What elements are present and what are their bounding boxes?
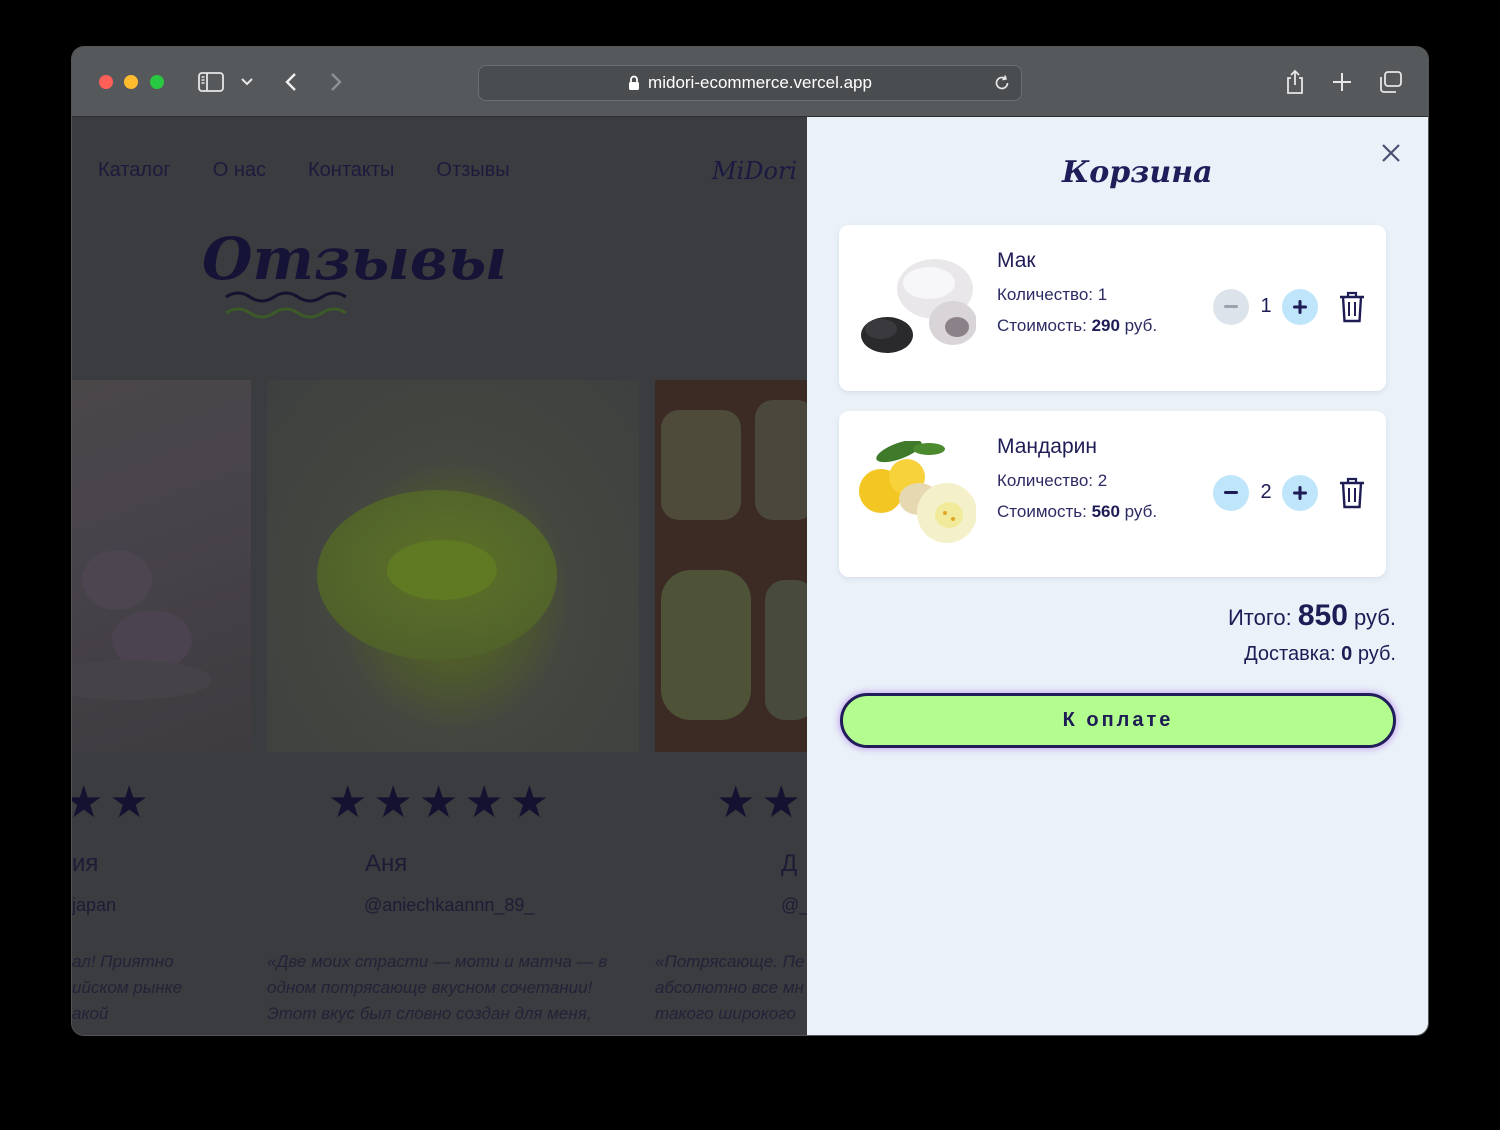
review-photo bbox=[72, 380, 251, 752]
browser-window: midori-ecommerce.vercel.app Каталог О на… bbox=[72, 47, 1428, 1035]
nav-item-catalog[interactable]: Каталог bbox=[98, 159, 171, 182]
checkout-button[interactable]: К оплате bbox=[840, 693, 1396, 748]
rating-stars: ★★ bbox=[72, 777, 155, 828]
review-photo bbox=[267, 380, 639, 752]
browser-toolbar: midori-ecommerce.vercel.app bbox=[72, 47, 1428, 117]
address-bar[interactable]: midori-ecommerce.vercel.app bbox=[478, 65, 1022, 101]
increase-quantity-button[interactable] bbox=[1282, 289, 1318, 325]
review-text: «Две моих страсти — моти и матча — в одн… bbox=[267, 952, 608, 1023]
background-page: Каталог О нас Контакты Отзывы MiDori Отз… bbox=[72, 117, 807, 1035]
sidebar-toggle-icon[interactable] bbox=[196, 67, 226, 97]
cart-title: Корзина bbox=[1062, 155, 1213, 190]
close-icon[interactable] bbox=[1379, 141, 1403, 165]
reload-icon[interactable] bbox=[993, 74, 1011, 92]
product-name: Мандарин bbox=[997, 435, 1097, 458]
reviewer-name: ия bbox=[72, 850, 99, 877]
rating-stars: ★★★★★ bbox=[328, 777, 556, 828]
review-photo bbox=[655, 380, 807, 752]
tab-overview-icon[interactable] bbox=[1376, 67, 1406, 97]
decrease-quantity-button[interactable] bbox=[1213, 289, 1249, 325]
product-name: Мак bbox=[997, 249, 1036, 272]
minus-icon bbox=[1224, 491, 1238, 494]
rating-stars: ★★ bbox=[716, 777, 807, 828]
minus-icon bbox=[1224, 305, 1238, 308]
product-quantity: Количество: 1 bbox=[997, 285, 1108, 304]
section-title: Отзывы bbox=[202, 225, 508, 293]
plus-icon bbox=[1293, 486, 1307, 500]
url-text: midori-ecommerce.vercel.app bbox=[648, 73, 872, 92]
review-text: «Потрясающе. Пе абсолютно все мн такого … bbox=[655, 952, 805, 1023]
reviewer-handle: @aniechkaannn_89_ bbox=[364, 895, 535, 915]
reviewer-handle: @_ bbox=[781, 895, 807, 915]
share-icon[interactable] bbox=[1280, 67, 1310, 97]
product-image bbox=[859, 441, 976, 546]
trash-icon[interactable] bbox=[1339, 477, 1365, 509]
nav-item-contacts[interactable]: Контакты bbox=[308, 159, 394, 182]
product-cost: Стоимость: 290 руб. bbox=[997, 316, 1158, 335]
back-arrow-icon[interactable] bbox=[276, 67, 306, 97]
lock-icon bbox=[628, 75, 640, 91]
reviewer-name: Аня bbox=[365, 850, 408, 877]
cart-item: Мак Количество: 1 Стоимость: 290 руб. 1 bbox=[839, 225, 1386, 391]
trash-icon[interactable] bbox=[1339, 291, 1365, 323]
reviewer-name: Д bbox=[781, 850, 798, 877]
wavy-underline-decoration bbox=[225, 291, 347, 319]
product-cost: Стоимость: 560 руб. bbox=[997, 502, 1158, 521]
close-window-button[interactable] bbox=[99, 75, 113, 89]
forward-arrow-icon[interactable] bbox=[321, 67, 351, 97]
chevron-down-icon[interactable] bbox=[232, 67, 262, 97]
nav-item-about[interactable]: О нас bbox=[213, 159, 266, 182]
quantity-value: 2 bbox=[1260, 481, 1272, 503]
reviewer-handle: japan bbox=[72, 895, 117, 915]
cart-item: Мандарин Количество: 2 Стоимость: 560 ру… bbox=[839, 411, 1386, 577]
new-tab-icon[interactable] bbox=[1327, 67, 1357, 97]
cart-panel: Корзина Мак Количество: 1 Стоимость: 290… bbox=[807, 117, 1428, 1035]
decrease-quantity-button[interactable] bbox=[1213, 475, 1249, 511]
zoom-window-button[interactable] bbox=[150, 75, 164, 89]
increase-quantity-button[interactable] bbox=[1282, 475, 1318, 511]
product-quantity: Количество: 2 bbox=[997, 471, 1108, 490]
plus-icon bbox=[1293, 300, 1307, 314]
site-logo[interactable]: MiDori bbox=[712, 157, 797, 185]
quantity-value: 1 bbox=[1260, 295, 1272, 317]
product-image bbox=[859, 255, 976, 360]
site-nav: Каталог О нас Контакты Отзывы bbox=[98, 159, 510, 182]
minimize-window-button[interactable] bbox=[124, 75, 138, 89]
review-text: ал! Приятно ийском рынке акой bbox=[72, 952, 183, 1023]
nav-item-reviews[interactable]: Отзывы bbox=[436, 159, 509, 182]
delivery-cost: Доставка: 0 руб. bbox=[1244, 643, 1396, 665]
cart-total: Итого: 850 руб. bbox=[1227, 599, 1396, 632]
